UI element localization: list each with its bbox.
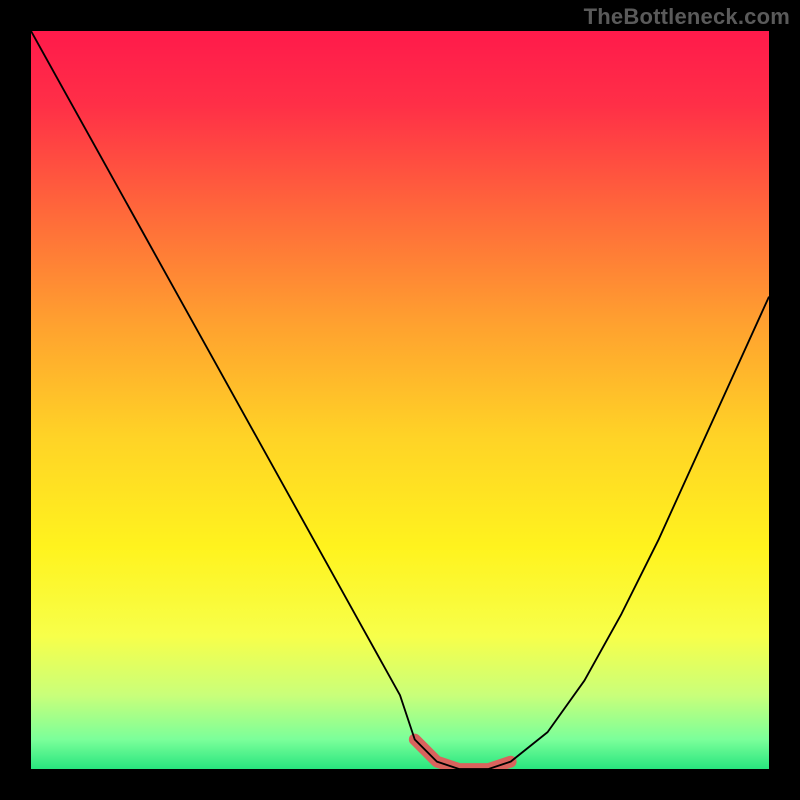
chart-frame: TheBottleneck.com (0, 0, 800, 800)
bottleneck-chart (31, 31, 769, 769)
plot-background (31, 31, 769, 769)
watermark-text: TheBottleneck.com (584, 4, 790, 30)
